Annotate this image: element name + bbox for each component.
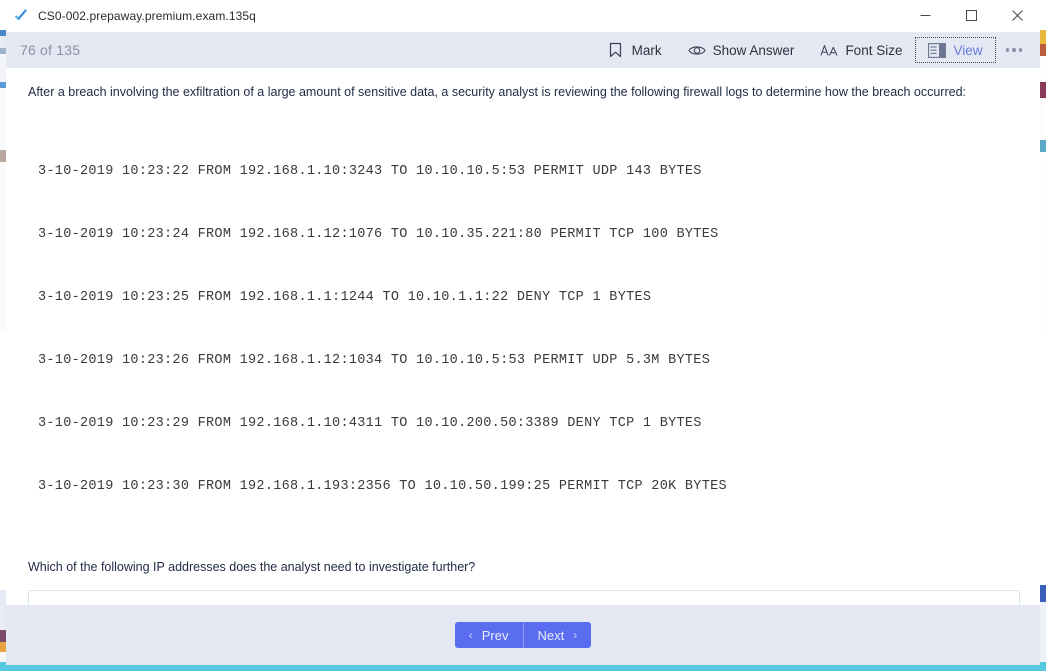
view-label: View [953, 42, 983, 58]
window-title: CS0-002.prepaway.premium.exam.135q [38, 8, 256, 23]
toolbar-actions: Mark Show Answer Font Size View [594, 37, 1032, 63]
answer-option-a[interactable]: A. 192.168.1.1 [29, 591, 1019, 605]
question-prompt: Which of the following IP addresses does… [28, 560, 476, 574]
log-line: 3-10-2019 10:23:30 FROM 192.168.1.193:23… [38, 479, 727, 494]
eye-icon [687, 41, 706, 59]
window-controls [902, 0, 1040, 32]
mark-label: Mark [631, 42, 662, 58]
more-options-button[interactable] [996, 37, 1033, 63]
question-stem: After a breach involving the exfiltratio… [28, 85, 966, 99]
bookmark-icon [607, 41, 625, 59]
log-line: 3-10-2019 10:23:26 FROM 192.168.1.12:103… [38, 353, 711, 368]
log-line: 3-10-2019 10:23:25 FROM 192.168.1.1:1244… [38, 290, 652, 305]
font-size-icon [820, 41, 838, 59]
screen: CS0-002.prepaway.premium.exam.135q 76 of… [0, 0, 1046, 671]
ellipsis-icon [1005, 48, 1022, 52]
prev-button[interactable]: ‹ Prev [454, 622, 524, 648]
show-answer-label: Show Answer [712, 42, 795, 58]
mark-button[interactable]: Mark [594, 37, 675, 63]
view-layout-icon [928, 41, 947, 59]
checkmark-icon [12, 7, 30, 25]
question-counter: 76 of 135 [20, 42, 81, 58]
chevron-left-icon: ‹ [468, 628, 473, 642]
firewall-log-block: 3-10-2019 10:23:22 FROM 192.168.1.10:324… [38, 119, 1020, 539]
minimize-button[interactable] [902, 0, 948, 32]
exam-player-window: CS0-002.prepaway.premium.exam.135q 76 of… [6, 0, 1040, 665]
log-line: 3-10-2019 10:23:24 FROM 192.168.1.12:107… [38, 227, 719, 242]
chevron-right-icon: › [573, 628, 578, 642]
exam-toolbar: 76 of 135 Mark Show Answer Font Size Vie… [6, 32, 1040, 68]
next-label: Next [537, 627, 565, 643]
next-button[interactable]: Next › [523, 622, 592, 648]
log-line: 3-10-2019 10:23:22 FROM 192.168.1.10:324… [38, 164, 702, 179]
maximize-button[interactable] [948, 0, 994, 32]
title-bar: CS0-002.prepaway.premium.exam.135q [6, 0, 1040, 32]
question-content: After a breach involving the exfiltratio… [6, 68, 1040, 605]
prev-label: Prev [481, 627, 509, 643]
navigation-footer: ‹ Prev Next › [6, 605, 1040, 665]
answer-options-list: A. 192.168.1.1 B. 192.168.1.10 C. 192.16… [28, 590, 1020, 605]
nav-button-group: ‹ Prev Next › [454, 622, 592, 648]
font-size-button[interactable]: Font Size [807, 37, 915, 63]
font-size-label: Font Size [845, 42, 903, 58]
show-answer-button[interactable]: Show Answer [675, 37, 808, 63]
view-button[interactable]: View [915, 37, 996, 63]
log-line: 3-10-2019 10:23:29 FROM 192.168.1.10:431… [38, 416, 702, 431]
close-button[interactable] [994, 0, 1040, 32]
